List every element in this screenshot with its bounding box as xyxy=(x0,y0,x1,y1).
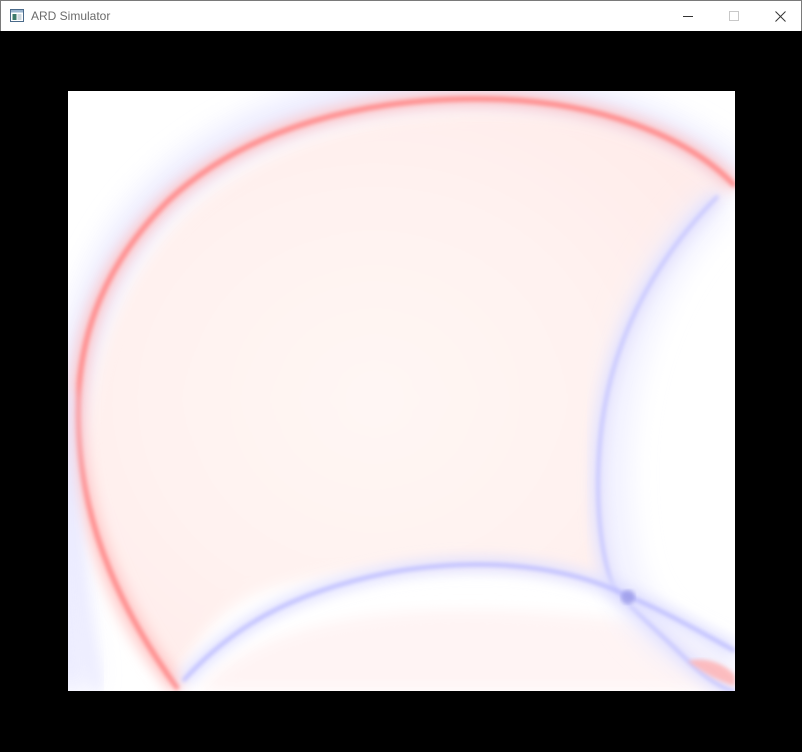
close-button[interactable] xyxy=(757,1,802,31)
simulation-canvas[interactable] xyxy=(68,91,735,691)
app-window: ARD Simulator xyxy=(0,0,802,752)
close-icon xyxy=(774,10,786,22)
title-bar[interactable]: ARD Simulator xyxy=(0,0,802,31)
window-title: ARD Simulator xyxy=(31,9,111,23)
minimize-button[interactable] xyxy=(665,1,711,31)
maximize-button[interactable] xyxy=(711,1,757,31)
client-area xyxy=(1,31,801,751)
minimize-icon xyxy=(683,16,693,17)
maximize-icon xyxy=(729,11,739,21)
wavefield-render xyxy=(68,91,735,691)
app-window-icon xyxy=(10,9,24,22)
